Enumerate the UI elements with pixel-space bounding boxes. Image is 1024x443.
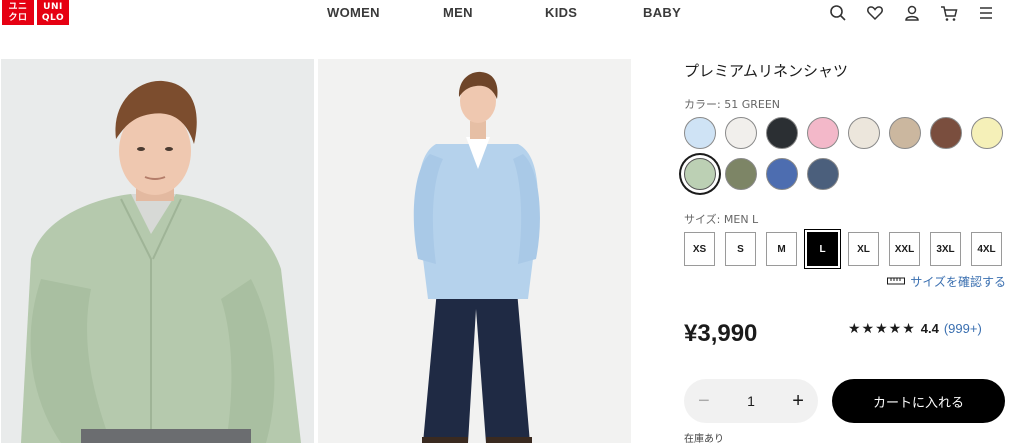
color-swatch-blue[interactable] xyxy=(766,158,798,190)
menu-icon[interactable] xyxy=(976,3,996,23)
color-swatch-olive[interactable] xyxy=(725,158,757,190)
color-swatch-green[interactable] xyxy=(684,158,716,190)
user-icon[interactable] xyxy=(902,3,922,23)
rating-value: 4.4 xyxy=(920,321,939,336)
header-icons xyxy=(828,3,996,23)
quantity-decrease-button[interactable]: − xyxy=(698,390,710,413)
size-guide-link[interactable]: サイズを確認する xyxy=(887,273,1006,290)
review-count[interactable]: (999+) xyxy=(944,321,982,336)
product-image-full-body[interactable] xyxy=(318,59,631,443)
star-rating-icon: ★★★★★ xyxy=(848,320,916,336)
color-swatch-navy[interactable] xyxy=(807,158,839,190)
color-label: カラー: 51 GREEN xyxy=(684,98,780,111)
cart-icon[interactable] xyxy=(939,3,959,23)
size-option-xxl[interactable]: XXL xyxy=(889,232,920,266)
nav-women[interactable]: WOMEN xyxy=(327,5,380,20)
product-page: ユニ クロ UNI QLO WOMEN MEN KIDS BABY プレミアムリ… xyxy=(0,0,1024,443)
size-option-s[interactable]: S xyxy=(725,232,756,266)
nav-kids[interactable]: KIDS xyxy=(545,5,577,20)
rating[interactable]: ★★★★★ 4.4 (999+) xyxy=(848,320,982,337)
site-header: ユニ クロ UNI QLO WOMEN MEN KIDS BABY xyxy=(0,0,1024,30)
stock-status: 在庫あり xyxy=(684,434,724,443)
color-swatch-natural[interactable] xyxy=(848,117,880,149)
color-swatch-charcoal[interactable] xyxy=(766,117,798,149)
size-option-3xl[interactable]: 3XL xyxy=(930,232,961,266)
heart-icon[interactable] xyxy=(865,3,885,23)
color-swatch-off-white[interactable] xyxy=(725,117,757,149)
add-to-cart-button[interactable]: カートに入れる xyxy=(832,379,1005,423)
size-option-xl[interactable]: XL xyxy=(848,232,879,266)
product-title: プレミアムリネンシャツ xyxy=(684,62,848,80)
search-icon[interactable] xyxy=(828,3,848,23)
nav-men[interactable]: MEN xyxy=(443,5,473,20)
size-guide-label: サイズを確認する xyxy=(910,275,1006,289)
quantity-increase-button[interactable]: + xyxy=(792,390,804,413)
size-option-4xl[interactable]: 4XL xyxy=(971,232,1002,266)
ruler-icon xyxy=(887,275,906,289)
color-swatch-yellow[interactable] xyxy=(971,117,1003,149)
color-swatch-beige[interactable] xyxy=(889,117,921,149)
price: ¥3,990 xyxy=(684,320,758,347)
color-swatch-light-blue[interactable] xyxy=(684,117,716,149)
size-label: サイズ: MEN L xyxy=(684,213,759,226)
quantity-value[interactable]: 1 xyxy=(747,393,755,409)
color-swatch-pink[interactable] xyxy=(807,117,839,149)
nav-baby[interactable]: BABY xyxy=(643,5,681,20)
size-option-xs[interactable]: XS xyxy=(684,232,715,266)
color-swatch-brown[interactable] xyxy=(930,117,962,149)
size-option-l[interactable]: L xyxy=(807,232,838,266)
quantity-stepper: − 1 + xyxy=(684,379,818,423)
product-image-main[interactable] xyxy=(1,59,314,443)
size-option-m[interactable]: M xyxy=(766,232,797,266)
